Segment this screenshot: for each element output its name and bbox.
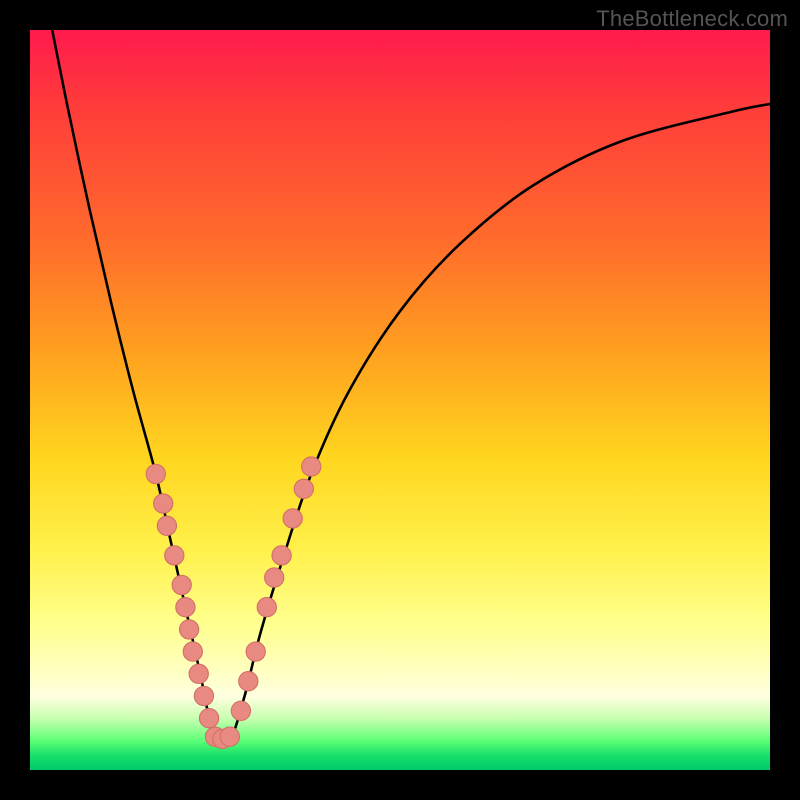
curve-marker bbox=[246, 642, 265, 661]
curve-marker bbox=[220, 727, 239, 746]
curve-marker bbox=[199, 709, 218, 728]
curve-marker bbox=[283, 509, 302, 528]
outer-frame: TheBottleneck.com bbox=[0, 0, 800, 800]
curve-marker bbox=[194, 686, 213, 705]
curve-marker bbox=[183, 642, 202, 661]
curve-markers bbox=[146, 457, 321, 749]
curve-marker bbox=[294, 479, 313, 498]
watermark-text: TheBottleneck.com bbox=[596, 6, 788, 32]
curve-marker bbox=[189, 664, 208, 683]
curve-marker bbox=[231, 701, 250, 720]
curve-marker bbox=[257, 598, 276, 617]
curve-marker bbox=[165, 546, 184, 565]
bottleneck-curve bbox=[52, 30, 770, 747]
curve-marker bbox=[172, 575, 191, 594]
curve-marker bbox=[157, 516, 176, 535]
chart-plot-area bbox=[30, 30, 770, 770]
curve-marker bbox=[176, 598, 195, 617]
curve-marker bbox=[146, 464, 165, 483]
curve-marker bbox=[272, 546, 291, 565]
curve-marker bbox=[302, 457, 321, 476]
chart-svg bbox=[30, 30, 770, 770]
curve-marker bbox=[265, 568, 284, 587]
curve-marker bbox=[154, 494, 173, 513]
curve-marker bbox=[239, 672, 258, 691]
curve-marker bbox=[179, 620, 198, 639]
